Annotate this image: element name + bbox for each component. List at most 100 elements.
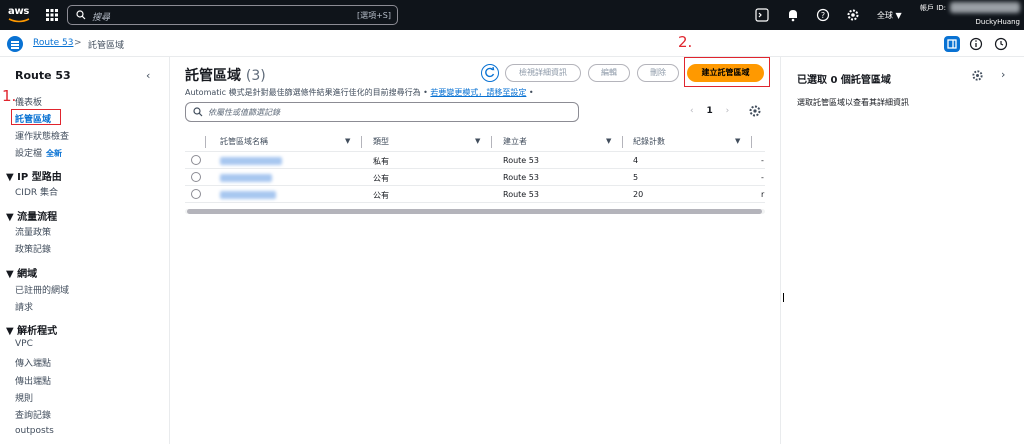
edit-button[interactable]: 編輯	[588, 64, 630, 82]
filter-placeholder: 依屬性或值篩選記錄	[208, 108, 280, 117]
cloudshell-icon[interactable]	[755, 8, 769, 22]
annotation-box-step2	[684, 57, 770, 87]
page-title-count: (3)	[245, 68, 266, 84]
cell-record-count: 5	[633, 173, 639, 182]
sort-down-icon[interactable]: ▼	[606, 137, 611, 145]
top-navigation: aws 搜尋 [選項+S] ? 全球 ▼ 帳戶 ID: DuckyHuang	[0, 0, 1024, 30]
annotation-step1: 1.	[2, 87, 17, 105]
table-row[interactable]: 公有 Route 53 20 r	[185, 187, 765, 203]
aws-smile-icon	[8, 18, 30, 23]
cell-type: 公有	[373, 191, 389, 200]
page-number[interactable]: 1	[706, 106, 712, 116]
hosted-zone-name-redacted[interactable]	[220, 174, 272, 182]
settings-gear-icon[interactable]	[846, 8, 860, 22]
column-separator[interactable]	[491, 136, 492, 148]
refresh-icon	[485, 66, 495, 78]
sidebar-item-health-checks[interactable]: 運作狀態檢查	[15, 129, 69, 142]
split-panel: 已選取 0 個託管區域 › 選取託管區域以查看其詳細資訊	[780, 57, 1024, 444]
filter-records-input[interactable]: 依屬性或值篩選記錄	[185, 102, 579, 122]
view-details-button[interactable]: 檢視詳細資訊	[505, 64, 581, 82]
sidebar-item-requests[interactable]: 請求	[15, 300, 33, 313]
prev-page-icon[interactable]: ‹	[690, 106, 694, 116]
column-header-created-by[interactable]: 建立者	[503, 136, 527, 147]
table-row[interactable]: 公有 Route 53 5 -	[185, 170, 765, 186]
main-content: 託管區域 (3) 檢視詳細資訊 編輯 刪除 建立託管區域 2. Automati…	[170, 33, 780, 444]
sidebar-item-policy-records[interactable]: 政策記錄	[15, 242, 51, 255]
sidebar: Route 53 ‹ 儀表板 託管區域 運作狀態檢查 設定檔 全新 ▼ IP 型路…	[0, 57, 170, 444]
cell-record-count: 4	[633, 156, 639, 165]
column-separator[interactable]	[361, 136, 362, 148]
sort-down-icon[interactable]: ▼	[475, 137, 480, 145]
sidebar-item-dashboard[interactable]: 儀表板	[15, 95, 42, 108]
hamburger-menu-button[interactable]	[7, 36, 23, 52]
search-icon	[76, 10, 86, 20]
row-select-radio[interactable]	[191, 172, 201, 182]
aws-logo-text: aws	[8, 6, 30, 17]
info-icon[interactable]	[968, 36, 984, 52]
help-icon[interactable]: ?	[816, 8, 830, 22]
column-separator[interactable]	[622, 136, 623, 148]
table-preferences-gear-icon[interactable]	[748, 104, 762, 118]
sidebar-item-rules[interactable]: 規則	[15, 391, 33, 404]
notifications-bell-icon[interactable]	[786, 8, 800, 22]
next-page-icon[interactable]: ›	[726, 106, 730, 116]
sidebar-item-profiles[interactable]: 設定檔 全新	[15, 146, 62, 159]
split-panel-close-chevron-icon[interactable]: ›	[1001, 68, 1005, 81]
account-menu[interactable]: 帳戶 ID: DuckyHuang	[920, 1, 1024, 29]
sidebar-collapse-icon[interactable]: ‹	[146, 69, 150, 82]
sort-down-icon[interactable]: ▼	[735, 137, 740, 145]
column-header-record-count[interactable]: 紀錄計數	[633, 136, 665, 147]
table-horizontal-scrollbar[interactable]	[185, 209, 765, 214]
sidebar-group-domains[interactable]: ▼ 網域	[6, 265, 37, 280]
cell-extra: -	[761, 156, 764, 165]
column-separator	[205, 136, 206, 148]
sidebar-item-inbound-endpoints[interactable]: 傳入端點	[15, 356, 51, 369]
sidebar-group-traffic-flow[interactable]: ▼ 流量流程	[6, 208, 57, 223]
cell-extra: r	[761, 190, 765, 199]
delete-button[interactable]: 刪除	[637, 64, 679, 82]
breadcrumb-bar: Route 53 > 託管區域	[0, 30, 1024, 57]
description-suffix: •	[526, 88, 534, 97]
sidebar-item-outbound-endpoints[interactable]: 傳出端點	[15, 374, 51, 387]
table-row[interactable]: 私有 Route 53 4 -	[185, 153, 765, 169]
sidebar-item-registered-domains[interactable]: 已註冊的網域	[15, 283, 69, 296]
sidebar-item-query-logging[interactable]: 查詢記錄	[15, 408, 51, 421]
new-badge: 全新	[46, 149, 63, 158]
split-panel-title: 已選取 0 個託管區域	[797, 75, 891, 86]
page-title: 託管區域 (3)	[185, 65, 266, 85]
column-separator[interactable]	[751, 136, 752, 148]
sidebar-item-cidr[interactable]: CIDR 集合	[15, 185, 58, 198]
scrollbar-thumb[interactable]	[187, 209, 762, 214]
column-header-name[interactable]: 託管區域名稱	[220, 136, 268, 147]
refresh-button[interactable]	[481, 64, 499, 82]
cell-type: 私有	[373, 157, 389, 166]
page-title-text: 託管區域	[185, 68, 241, 84]
hosted-zone-name-redacted[interactable]	[220, 191, 276, 199]
global-search-input[interactable]: 搜尋 [選項+S]	[67, 5, 398, 25]
sidebar-item-outposts[interactable]: outposts	[15, 426, 54, 436]
sidebar-item-vpc[interactable]: VPC	[15, 339, 33, 349]
hosted-zone-name-redacted[interactable]	[220, 157, 282, 165]
breadcrumb-route53[interactable]: Route 53	[33, 38, 73, 48]
aws-logo[interactable]: aws	[8, 6, 32, 24]
sidebar-item-traffic-policies[interactable]: 流量政策	[15, 225, 51, 238]
services-grid-icon[interactable]	[46, 9, 58, 21]
split-panel-description: 選取託管區域以查看其詳細資訊	[797, 98, 909, 107]
split-panel-settings-gear-icon[interactable]	[971, 69, 984, 82]
text-cursor	[783, 293, 784, 302]
sidebar-group-ip-routing[interactable]: ▼ IP 型路由	[6, 168, 62, 183]
svg-text:?: ?	[821, 11, 825, 20]
split-panel-toggle-button[interactable]	[944, 36, 960, 52]
sidebar-group-resolver[interactable]: ▼ 解析程式	[6, 322, 57, 337]
table-header: 託管區域名稱 ▼ 類型 ▼ 建立者 ▼ 紀錄計數 ▼	[185, 132, 765, 152]
history-icon[interactable]	[993, 36, 1009, 52]
column-header-type[interactable]: 類型	[373, 136, 389, 147]
sort-down-icon[interactable]: ▼	[345, 137, 350, 145]
breadcrumb-separator: >	[74, 38, 82, 48]
row-select-radio[interactable]	[191, 189, 201, 199]
row-select-radio[interactable]	[191, 155, 201, 165]
panel-icon	[947, 39, 957, 49]
change-mode-link[interactable]: 若要變更模式，請移至設定	[430, 88, 526, 97]
cell-extra: -	[761, 173, 764, 182]
region-selector[interactable]: 全球 ▼	[877, 10, 902, 21]
